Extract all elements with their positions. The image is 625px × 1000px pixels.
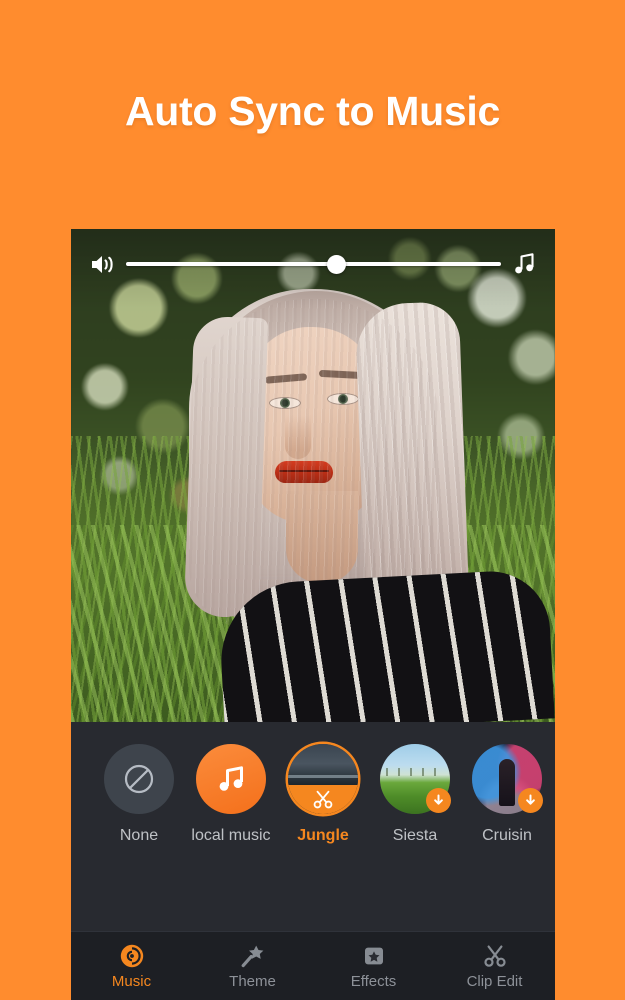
- volume-slider-bar[interactable]: [71, 247, 555, 281]
- music-thumb-wrap[interactable]: [472, 744, 543, 814]
- magic-wand-icon: [240, 943, 266, 969]
- scissors-icon: [482, 943, 508, 969]
- nav-item-effects[interactable]: Effects: [313, 943, 434, 990]
- no-music-icon[interactable]: [104, 744, 174, 814]
- music-item-label: local music: [191, 827, 271, 844]
- music-note-icon[interactable]: [196, 744, 266, 814]
- music-item-label: Siesta: [392, 827, 438, 844]
- music-carousel-panel: None local music Jungle Siesta Cruisin: [71, 722, 555, 931]
- music-note-icon[interactable]: [511, 251, 537, 277]
- music-item-jungle[interactable]: Jungle: [277, 744, 369, 845]
- page-title: Auto Sync to Music: [124, 88, 500, 134]
- speaker-volume-icon[interactable]: [89, 252, 116, 277]
- preview-subject: [71, 229, 555, 722]
- music-carousel[interactable]: None local music Jungle Siesta Cruisin: [71, 744, 555, 845]
- music-item-local-music[interactable]: local music: [185, 744, 277, 845]
- music-item-label: Jungle: [297, 827, 349, 844]
- nav-item-label: Clip Edit: [466, 972, 523, 990]
- device-screen: None local music Jungle Siesta Cruisin M…: [71, 229, 555, 1000]
- vinyl-record-icon: [119, 943, 145, 969]
- effects-star-icon: [361, 943, 387, 969]
- music-thumb-wrap[interactable]: [288, 744, 358, 814]
- volume-slider-track[interactable]: [126, 254, 501, 274]
- music-thumb-wrap[interactable]: [380, 744, 451, 814]
- nav-item-clip-edit[interactable]: Clip Edit: [434, 943, 555, 990]
- bottom-navigation: Music Theme Effects Clip Edit: [71, 931, 555, 1000]
- music-item-cruisin[interactable]: Cruisin: [461, 744, 553, 845]
- music-item-none[interactable]: None: [93, 744, 185, 845]
- subject-striped-shirt: [217, 568, 555, 722]
- nav-item-music[interactable]: Music: [71, 943, 192, 990]
- album-art-jungle[interactable]: [288, 744, 358, 814]
- music-item-next-partial[interactable]: Ju: [553, 744, 555, 845]
- music-item-label: Cruisin: [482, 827, 532, 844]
- download-icon[interactable]: [426, 788, 451, 813]
- music-thumb-wrap[interactable]: [196, 744, 266, 814]
- music-item-label: None: [119, 827, 159, 844]
- nav-item-label: Theme: [229, 972, 276, 990]
- music-item-siesta[interactable]: Siesta: [369, 744, 461, 845]
- volume-slider-thumb[interactable]: [326, 254, 346, 274]
- nav-item-label: Effects: [350, 972, 397, 990]
- nav-item-theme[interactable]: Theme: [192, 943, 313, 990]
- nav-item-label: Music: [111, 972, 152, 990]
- download-icon[interactable]: [518, 788, 543, 813]
- music-thumb-wrap[interactable]: [104, 744, 174, 814]
- video-preview[interactable]: [71, 229, 555, 722]
